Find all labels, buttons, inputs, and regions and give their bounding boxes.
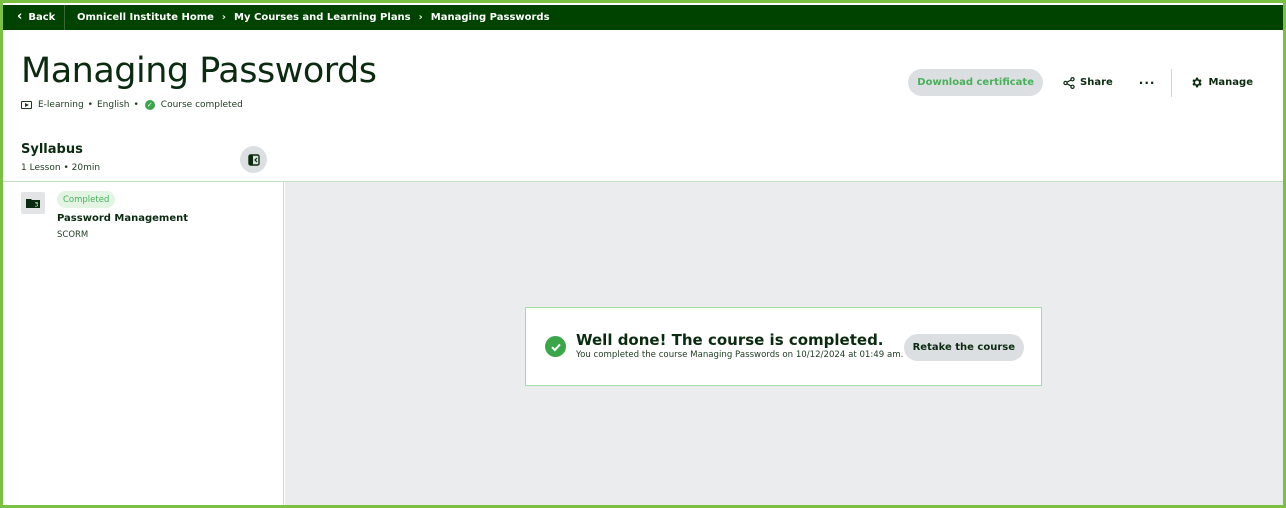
back-label: Back: [28, 12, 56, 23]
top-navigation-bar: ‹ Back Omnicell Institute Home › My Cour…: [3, 5, 1283, 30]
completion-card: Well done! The course is completed. You …: [525, 307, 1042, 386]
svg-text:3: 3: [35, 202, 39, 209]
more-options-button[interactable]: ···: [1133, 69, 1162, 96]
check-circle-icon: ✓: [144, 100, 155, 110]
completion-description: You completed the course Managing Passwo…: [576, 350, 904, 360]
course-language: English: [96, 100, 130, 110]
share-icon: [1063, 76, 1075, 89]
retake-course-button[interactable]: Retake the course: [903, 334, 1024, 361]
syllabus-sidebar: 3 Completed Password Management SCORM: [3, 182, 284, 505]
scorm-package-icon: 3: [21, 192, 45, 214]
completion-title: Well done! The course is completed.: [576, 331, 884, 349]
course-format: E-learning: [38, 100, 84, 110]
header-actions: Download certificate Share ··· Manage: [908, 68, 1259, 97]
manage-label: Manage: [1208, 77, 1253, 88]
syllabus-duration: 20min: [71, 163, 101, 173]
chevron-right-icon: ›: [221, 12, 227, 23]
video-play-icon: [21, 101, 32, 109]
meta-separator: •: [133, 100, 139, 110]
chevron-right-icon: ›: [418, 12, 423, 23]
actions-divider: [1171, 68, 1173, 97]
chevron-left-icon: ‹: [17, 9, 23, 24]
breadcrumb-my-courses[interactable]: My Courses and Learning Plans: [234, 12, 411, 23]
meta-separator: •: [87, 100, 93, 110]
gear-icon: [1192, 77, 1203, 88]
share-label: Share: [1080, 77, 1113, 88]
syllabus-title: Syllabus: [21, 142, 83, 157]
topbar-divider: [64, 5, 65, 30]
collapse-sidebar-button[interactable]: [240, 146, 267, 173]
course-status: Course completed: [160, 100, 243, 110]
sidebar-collapse-icon: [247, 153, 260, 166]
breadcrumb-current: Managing Passwords: [430, 12, 550, 23]
lesson-type: SCORM: [57, 230, 89, 240]
summary-separator: •: [63, 163, 72, 173]
course-meta: E-learning • English • ✓ Course complete…: [21, 100, 243, 110]
page-title: Managing Passwords: [21, 51, 377, 91]
check-circle-icon: [545, 336, 566, 357]
back-button[interactable]: ‹ Back: [17, 5, 55, 30]
download-certificate-button[interactable]: Download certificate: [908, 69, 1043, 96]
syllabus-summary: 1 Lesson • 20min: [21, 163, 100, 173]
lessons-count: 1 Lesson: [21, 163, 61, 173]
app-frame: ‹ Back Omnicell Institute Home › My Cour…: [0, 0, 1286, 508]
breadcrumb: Omnicell Institute Home › My Courses and…: [77, 5, 550, 30]
lesson-status-badge: Completed: [57, 191, 116, 208]
manage-button[interactable]: Manage: [1184, 69, 1259, 96]
breadcrumb-home[interactable]: Omnicell Institute Home: [77, 12, 214, 23]
content-area: Well done! The course is completed. You …: [285, 182, 1283, 505]
lesson-title[interactable]: Password Management: [57, 213, 188, 224]
share-button[interactable]: Share: [1057, 69, 1119, 96]
